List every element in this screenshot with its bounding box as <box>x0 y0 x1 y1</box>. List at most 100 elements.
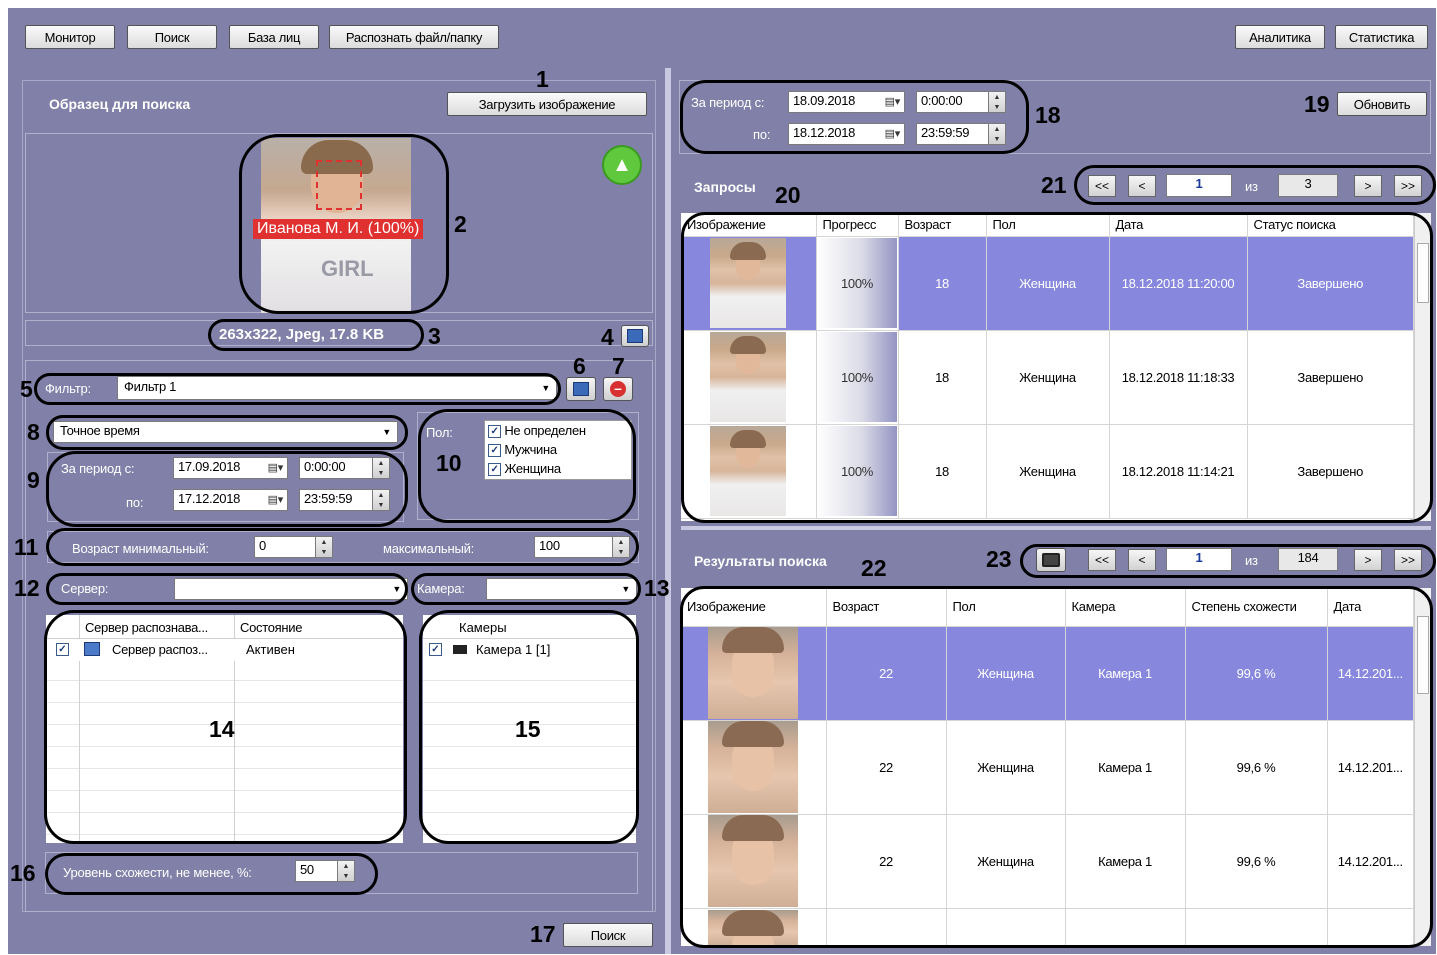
chevron-down-icon: ▼ <box>392 584 401 594</box>
res-col-date[interactable]: Дата <box>1327 588 1414 627</box>
time-to-spinner[interactable]: ▲ ▼ <box>372 489 390 511</box>
req-col-age[interactable]: Возраст <box>898 213 987 237</box>
req-col-progress[interactable]: Прогресс <box>816 213 899 237</box>
res-col-age[interactable]: Возраст <box>826 588 947 627</box>
filter-date-from[interactable]: 17.09.2018 ▤▾ <box>173 457 288 479</box>
checkbox[interactable]: ✓ <box>488 444 501 458</box>
req-col-image[interactable]: Изображение <box>681 213 817 237</box>
date-cell: 14.12.201... <box>1327 626 1414 721</box>
filter-date-to[interactable]: 17.12.2018 ▤▾ <box>173 489 288 511</box>
req-time-from-spinner[interactable]: ▲ ▼ <box>988 91 1006 113</box>
gender-option[interactable]: ✓ Мужчина <box>488 442 628 461</box>
load-image-button[interactable]: Загрузить изображение <box>447 92 647 116</box>
filter-select[interactable]: Фильтр 1 ▼ <box>117 376 557 400</box>
req-date-from[interactable]: 18.09.2018 ▤▾ <box>788 91 905 113</box>
thumbnail <box>708 627 799 719</box>
res-prev-page-button[interactable]: < <box>1128 549 1156 571</box>
results-scrollbar[interactable] <box>1414 588 1431 946</box>
analytics-button[interactable]: Аналитика <box>1235 25 1325 49</box>
res-col-image[interactable]: Изображение <box>681 588 827 627</box>
camera-row[interactable]: ✓ Камера 1 [1] <box>423 639 636 661</box>
res-page-input[interactable]: 1 <box>1166 548 1232 571</box>
save-image-button[interactable] <box>621 325 649 347</box>
search-tab-button[interactable]: Поиск <box>127 25 217 49</box>
age-min-input[interactable]: 0 <box>254 536 316 558</box>
res-first-page-button[interactable]: << <box>1088 549 1116 571</box>
age-cell: 22 <box>826 814 947 909</box>
requests-header-row: Изображение Прогресс Возраст Пол Дата Ст… <box>681 213 1414 237</box>
search-button[interactable]: Поиск <box>563 923 653 947</box>
refresh-button[interactable]: Обновить <box>1337 92 1427 116</box>
camera-select[interactable]: ▼ <box>486 578 637 600</box>
gender-option[interactable]: ✓ Женщина <box>488 461 628 480</box>
server-row[interactable]: ✓ Сервер распоз... Активен <box>46 639 403 661</box>
req-col-gender[interactable]: Пол <box>986 213 1110 237</box>
save-filter-button[interactable] <box>566 377 596 401</box>
checkbox[interactable]: ✓ <box>488 425 501 439</box>
callout-number: 18 <box>1035 102 1061 128</box>
splitter[interactable] <box>665 68 671 954</box>
monitor-button[interactable]: Монитор <box>25 25 115 49</box>
similarity-cell: 99,6 % <box>1185 626 1328 721</box>
camera-col[interactable]: Камеры <box>459 620 507 635</box>
req-col-date[interactable]: Дата <box>1109 213 1248 237</box>
res-last-page-button[interactable]: >> <box>1394 549 1422 571</box>
similarity-input[interactable]: 50 <box>295 860 339 882</box>
res-col-gender[interactable]: Пол <box>946 588 1066 627</box>
calendar-icon[interactable]: ▤▾ <box>268 493 284 506</box>
age-min-spinner[interactable]: ▲ ▼ <box>315 536 333 558</box>
results-header-row: Изображение Возраст Пол Камера Степень с… <box>681 588 1414 627</box>
requests-scrollbar[interactable] <box>1414 213 1431 521</box>
date-cell: 14.12.201... <box>1327 720 1414 815</box>
req-last-page-button[interactable]: >> <box>1394 175 1422 197</box>
filter-time-to[interactable]: 23:59:59 <box>299 489 377 511</box>
server-select[interactable]: ▼ <box>174 578 408 600</box>
gender-cell: Женщина <box>946 626 1066 721</box>
req-next-page-button[interactable]: > <box>1354 175 1382 197</box>
horizontal-splitter[interactable] <box>681 526 1431 530</box>
server-col-state[interactable]: Состояние <box>240 620 302 635</box>
checkbox[interactable]: ✓ <box>488 463 501 477</box>
calendar-icon[interactable]: ▤▾ <box>268 461 284 474</box>
req-time-from[interactable]: 0:00:00 <box>916 91 992 113</box>
checkbox[interactable]: ✓ <box>429 643 442 656</box>
table-row[interactable] <box>681 908 1414 946</box>
req-page-input[interactable]: 1 <box>1166 174 1232 197</box>
req-time-to-spinner[interactable]: ▲ ▼ <box>988 123 1006 145</box>
req-col-status[interactable]: Статус поиска <box>1247 213 1414 237</box>
face-db-button[interactable]: База лиц <box>229 25 319 49</box>
time-from-spinner[interactable]: ▲ ▼ <box>372 457 390 479</box>
table-row[interactable]: 100% 18 Женщина 18.12.2018 11:18:33 Заве… <box>681 330 1414 425</box>
table-row[interactable]: 22 Женщина Камера 1 99,6 % 14.12.201... <box>681 720 1414 815</box>
statistics-button[interactable]: Статистика <box>1335 25 1428 49</box>
recognize-file-button[interactable]: Распознать файл/папку <box>329 25 499 49</box>
calendar-icon[interactable]: ▤▾ <box>885 95 901 108</box>
gender-option[interactable]: ✓ Не определен <box>488 423 628 442</box>
thumbnail <box>708 910 799 946</box>
age-max-input[interactable]: 100 <box>534 536 614 558</box>
res-next-page-button[interactable]: > <box>1354 549 1382 571</box>
server-col-name[interactable]: Сервер распознава... <box>85 620 208 635</box>
table-row[interactable]: 22 Женщина Камера 1 99,6 % 14.12.201... <box>681 814 1414 909</box>
res-col-similarity[interactable]: Степень схожести <box>1185 588 1328 627</box>
date-to-text: 17.12.2018 <box>178 491 241 506</box>
res-col-camera[interactable]: Камера <box>1065 588 1186 627</box>
filter-time-from[interactable]: 0:00:00 <box>299 457 377 479</box>
similarity-spinner[interactable]: ▲ ▼ <box>337 860 355 882</box>
calendar-icon[interactable]: ▤▾ <box>885 127 901 140</box>
req-first-page-button[interactable]: << <box>1088 175 1116 197</box>
age-max-spinner[interactable]: ▲ ▼ <box>612 536 630 558</box>
req-time-to[interactable]: 23:59:59 <box>916 123 992 145</box>
table-row[interactable]: 22 Женщина Камера 1 99,6 % 14.12.201... <box>681 626 1414 721</box>
req-date-to[interactable]: 18.12.2018 ▤▾ <box>788 123 905 145</box>
print-button[interactable] <box>1036 548 1066 572</box>
table-row[interactable]: 100% 18 Женщина 18.12.2018 11:20:00 Заве… <box>681 236 1414 331</box>
time-mode-select[interactable]: Точное время ▼ <box>53 421 398 443</box>
filter-value: Фильтр 1 <box>124 379 177 394</box>
table-row[interactable]: 100% 18 Женщина 18.12.2018 11:14:21 Заве… <box>681 424 1414 519</box>
req-prev-page-button[interactable]: < <box>1128 175 1156 197</box>
delete-filter-button[interactable]: – <box>603 377 633 401</box>
scroll-thumb[interactable] <box>1417 243 1429 303</box>
scroll-thumb[interactable] <box>1417 616 1429 694</box>
checkbox[interactable]: ✓ <box>56 643 69 656</box>
